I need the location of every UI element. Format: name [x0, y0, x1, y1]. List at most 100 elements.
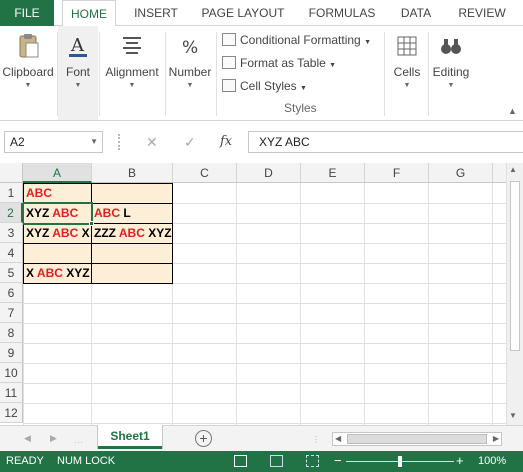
cell-a5[interactable]: X ABC XYZ — [24, 264, 90, 284]
font-icon: A — [63, 31, 93, 61]
more-sheets-icon[interactable]: ... — [74, 436, 84, 445]
gridline — [236, 183, 237, 425]
row-header-11[interactable]: 11 — [0, 383, 23, 403]
font-group[interactable]: A Font ▼ — [58, 26, 98, 120]
row-header-12[interactable]: 12 — [0, 403, 23, 423]
status-numlock: NUM LOCK — [57, 455, 116, 467]
row-header-8[interactable]: 8 — [0, 323, 23, 343]
row-header-2[interactable]: 2 — [0, 203, 23, 223]
chevron-down-icon: ▼ — [403, 82, 411, 89]
vertical-scrollbar[interactable]: ▲ ▼ — [506, 163, 523, 425]
alignment-group[interactable]: Alignment ▼ — [100, 26, 164, 120]
column-header-b[interactable]: B — [92, 163, 173, 183]
zoom-in-icon[interactable]: + — [456, 453, 464, 468]
column-header-g[interactable]: G — [429, 163, 493, 183]
cell-styles-button[interactable]: Cell Styles ▼ — [222, 76, 307, 96]
formula-input[interactable]: XYZ ABC — [248, 131, 523, 153]
gridline — [91, 283, 92, 425]
cell-b2[interactable]: ABC L — [92, 204, 131, 224]
font-label: Font — [65, 65, 90, 79]
column-header-f[interactable]: F — [365, 163, 429, 183]
chevron-down-icon: ▼ — [364, 39, 372, 46]
row-header-5[interactable]: 5 — [0, 263, 23, 283]
gridline — [23, 323, 506, 324]
alignment-label: Alignment — [105, 65, 159, 79]
horizontal-scrollbar[interactable]: ◀ ▶ — [332, 432, 502, 446]
cell-a2[interactable]: XYZ ABC — [24, 204, 78, 224]
divider — [428, 32, 429, 116]
cells-icon — [392, 31, 422, 61]
scroll-thumb[interactable] — [510, 181, 520, 351]
row-header-9[interactable]: 9 — [0, 343, 23, 363]
normal-view-icon[interactable] — [234, 455, 247, 467]
page-layout-view-icon[interactable] — [270, 455, 283, 467]
column-header-h[interactable] — [493, 163, 507, 183]
cell-text: L — [120, 206, 131, 220]
page-break-view-icon[interactable] — [306, 455, 319, 467]
name-box[interactable]: A2 ▼ — [4, 131, 103, 153]
cell-text: XYZ — [26, 226, 53, 240]
next-sheet-icon[interactable]: ▶ — [50, 433, 57, 444]
row-header-1[interactable]: 1 — [0, 183, 23, 203]
zoom-slider-thumb[interactable] — [398, 456, 402, 467]
sheet-tab-sheet1[interactable]: Sheet1 — [98, 425, 162, 449]
ribbon-tab-bar: FILE HOME INSERT PAGE LAYOUT FORMULAS DA… — [0, 0, 523, 27]
enter-icon[interactable]: ✓ — [184, 131, 196, 153]
collapse-ribbon-icon[interactable]: ▲ — [508, 106, 517, 116]
select-all-corner[interactable] — [0, 163, 23, 183]
tab-formulas[interactable]: FORMULAS — [302, 0, 382, 26]
chevron-down-icon: ▼ — [329, 62, 337, 69]
row-header-4[interactable]: 4 — [0, 243, 23, 263]
column-header-c[interactable]: C — [173, 163, 237, 183]
number-group[interactable]: % Number ▼ — [166, 26, 214, 120]
split-handle-icon[interactable]: ⋮ — [312, 435, 321, 444]
tab-review[interactable]: REVIEW — [452, 0, 512, 26]
cell-text: X — [78, 226, 90, 240]
cell-text: XYZ — [26, 206, 53, 220]
sheet-tab-bar: ◀ ▶ ... Sheet1 + ⋮ ◀ ▶ — [0, 425, 523, 451]
tab-data[interactable]: DATA — [392, 0, 440, 26]
number-label: Number — [168, 65, 212, 79]
cell-a3[interactable]: XYZ ABC X — [24, 224, 90, 244]
column-header-d[interactable]: D — [237, 163, 301, 183]
prev-sheet-icon[interactable]: ◀ — [24, 433, 31, 444]
tab-home[interactable]: HOME — [62, 0, 116, 27]
column-header-a[interactable]: A — [23, 163, 92, 183]
cell-a1[interactable]: ABC — [24, 184, 52, 204]
editing-label: Editing — [432, 65, 470, 79]
scroll-up-icon[interactable]: ▲ — [509, 165, 517, 174]
formula-bar-grip[interactable] — [118, 134, 122, 150]
name-box-value: A2 — [10, 135, 25, 149]
zoom-level[interactable]: 100% — [478, 455, 506, 467]
worksheet-grid[interactable]: A B C D E F G 1 2 3 4 5 6 7 8 9 10 11 12… — [0, 163, 523, 425]
tab-file[interactable]: FILE — [0, 0, 54, 26]
scroll-down-icon[interactable]: ▼ — [509, 411, 517, 420]
row-header-6[interactable]: 6 — [0, 283, 23, 303]
row-header-3[interactable]: 3 — [0, 223, 23, 243]
chevron-down-icon: ▼ — [24, 82, 32, 89]
scroll-left-icon[interactable]: ◀ — [335, 434, 341, 443]
cell-styles-icon — [222, 79, 236, 92]
clipboard-group[interactable]: Clipboard ▼ — [0, 26, 56, 120]
zoom-out-icon[interactable]: − — [334, 453, 342, 468]
gridline — [364, 183, 365, 425]
cells-label: Cells — [393, 65, 421, 79]
column-header-e[interactable]: E — [301, 163, 365, 183]
conditional-formatting-button[interactable]: Conditional Formatting ▼ — [222, 30, 371, 50]
cell-b3[interactable]: ZZZ ABC XYZ — [92, 224, 172, 244]
status-bar: READY NUM LOCK − + 100% — [0, 451, 523, 472]
function-icon[interactable]: fx — [220, 131, 232, 153]
horizontal-scroll-thumb[interactable] — [347, 434, 487, 444]
tab-insert[interactable]: INSERT — [128, 0, 184, 26]
tab-page-layout[interactable]: PAGE LAYOUT — [194, 0, 292, 26]
gridline — [23, 383, 506, 384]
conditional-formatting-icon — [222, 33, 236, 46]
scroll-right-icon[interactable]: ▶ — [493, 434, 499, 443]
row-header-7[interactable]: 7 — [0, 303, 23, 323]
add-sheet-icon[interactable]: + — [195, 430, 212, 447]
format-as-table-button[interactable]: Format as Table ▼ — [222, 53, 336, 73]
cells-group[interactable]: Cells ▼ — [386, 26, 428, 120]
editing-group[interactable]: Editing ▼ — [430, 26, 472, 120]
row-header-10[interactable]: 10 — [0, 363, 23, 383]
cancel-icon[interactable]: ✕ — [146, 131, 158, 153]
